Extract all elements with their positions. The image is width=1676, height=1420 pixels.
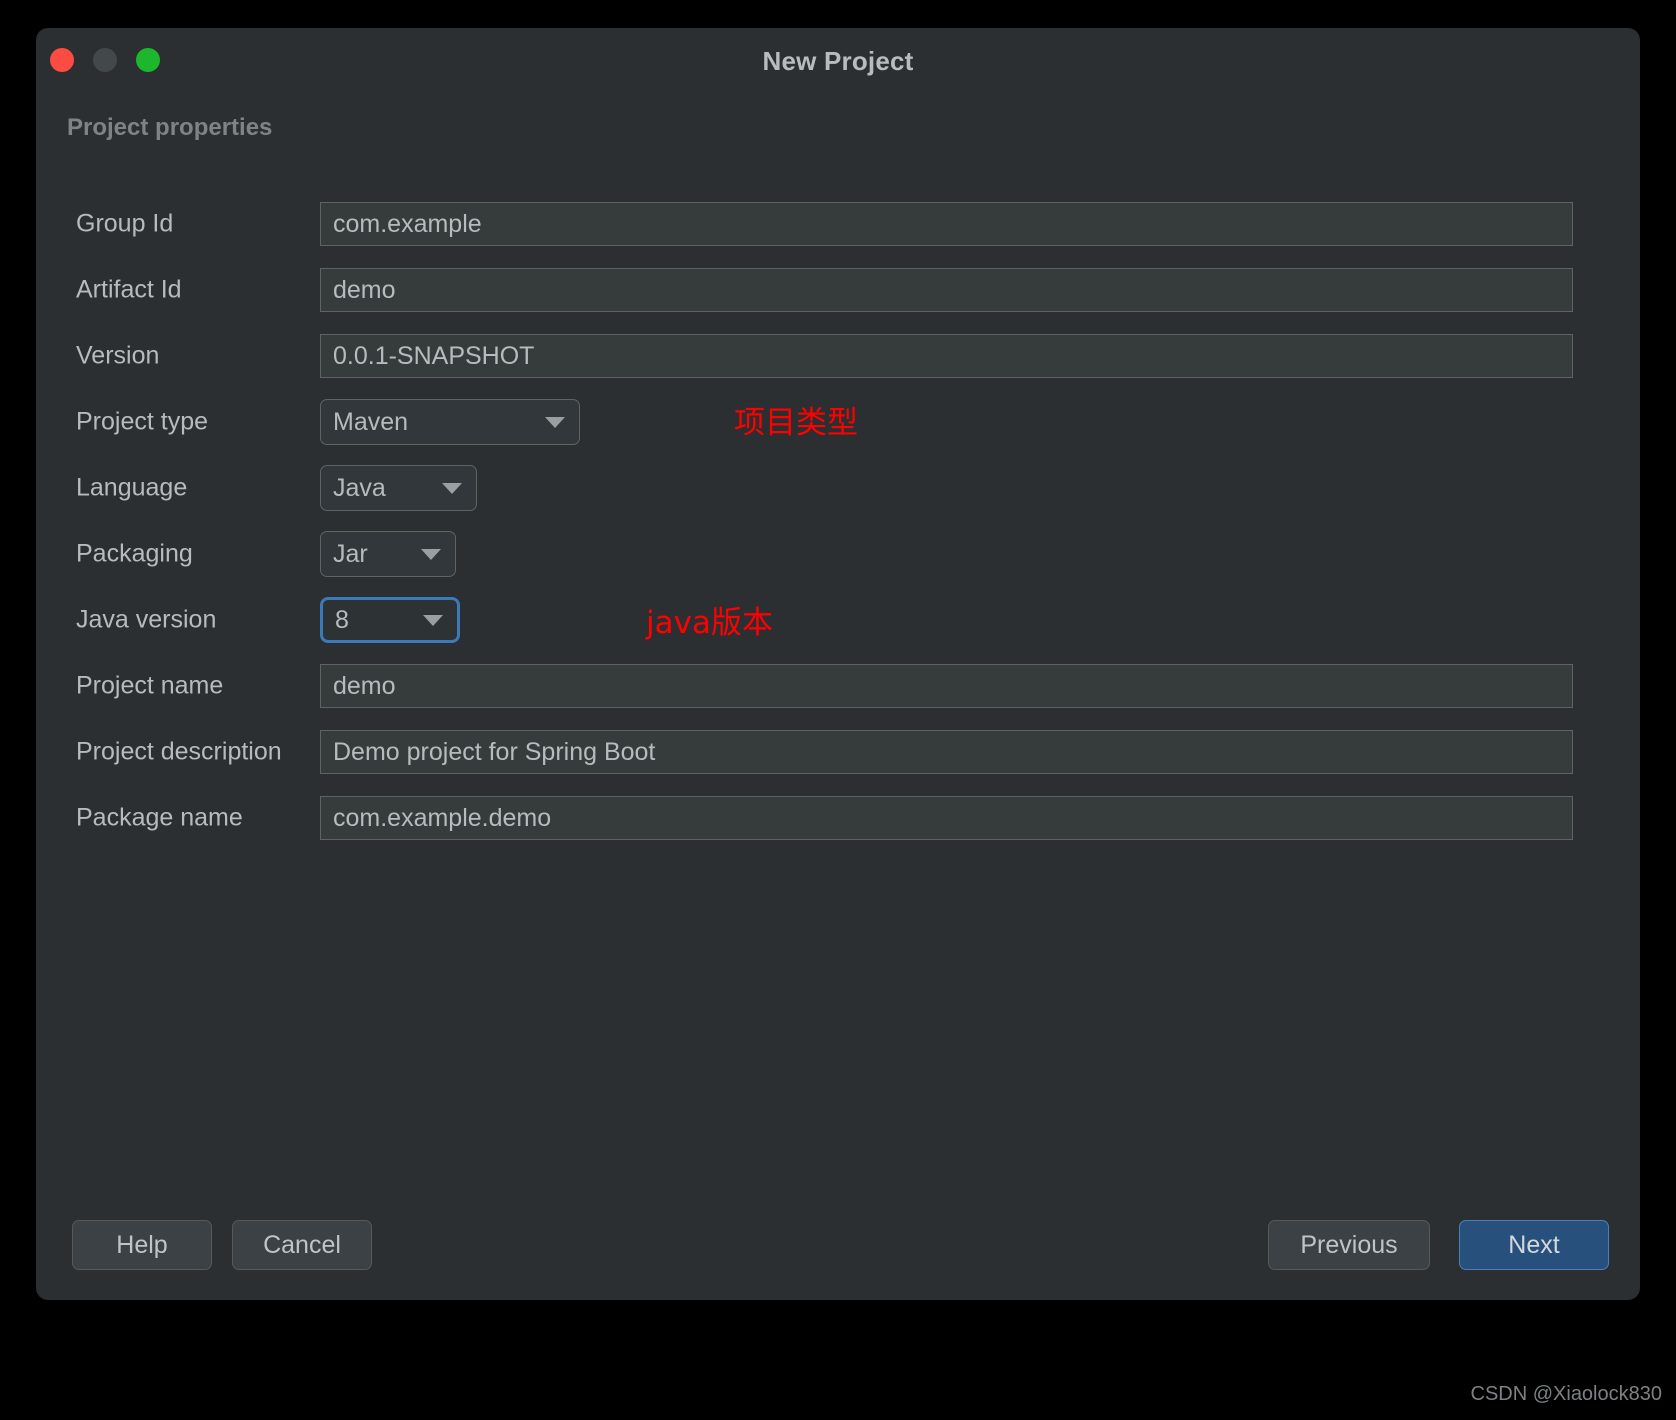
input-group-id[interactable]: com.example: [320, 202, 1573, 246]
field-row-language: Language Java: [36, 455, 1640, 521]
input-artifact-id[interactable]: demo: [320, 268, 1573, 312]
label-artifact-id: Artifact Id: [76, 275, 182, 304]
annotation-project-type: 项目类型: [734, 405, 858, 441]
field-row-project-description: Project description Demo project for Spr…: [36, 719, 1640, 785]
dropdown-packaging-value: Jar: [333, 539, 368, 568]
field-row-java-version: Java version 8 java版本: [36, 587, 1640, 653]
field-row-project-type: Project type Maven 项目类型: [36, 389, 1640, 455]
field-row-packaging: Packaging Jar: [36, 521, 1640, 587]
next-button[interactable]: Next: [1459, 1220, 1609, 1270]
watermark: CSDN @Xiaolock830: [1470, 1383, 1663, 1405]
field-row-group-id: Group Id com.example: [36, 191, 1640, 257]
window-title: New Project: [762, 46, 914, 76]
field-row-artifact-id: Artifact Id demo: [36, 257, 1640, 323]
label-project-type: Project type: [76, 407, 209, 436]
label-language: Language: [76, 473, 188, 502]
field-row-project-name: Project name demo: [36, 653, 1640, 719]
dropdown-language[interactable]: Java: [320, 465, 477, 511]
label-java-version: Java version: [76, 605, 217, 634]
field-row-version: Version 0.0.1-SNAPSHOT: [36, 323, 1640, 389]
dropdown-java-version[interactable]: 8: [320, 597, 460, 643]
field-row-package-name: Package name com.example.demo: [36, 785, 1640, 851]
dropdown-language-value: Java: [333, 473, 386, 502]
label-version: Version: [76, 341, 160, 370]
input-project-description[interactable]: Demo project for Spring Boot: [320, 730, 1573, 774]
label-packaging: Packaging: [76, 539, 193, 568]
dropdown-packaging[interactable]: Jar: [320, 531, 456, 577]
project-properties-form: Group Id com.example Artifact Id demo Ve…: [36, 191, 1640, 851]
cancel-button[interactable]: Cancel: [232, 1220, 372, 1270]
dropdown-project-type[interactable]: Maven: [320, 399, 580, 445]
previous-button[interactable]: Previous: [1268, 1220, 1430, 1270]
section-heading: Project properties: [67, 114, 273, 141]
input-package-name[interactable]: com.example.demo: [320, 796, 1573, 840]
chevron-down-icon: [421, 548, 441, 560]
chevron-down-icon: [423, 614, 443, 626]
chevron-down-icon: [545, 416, 565, 428]
title-bar: New Project: [36, 28, 1640, 92]
label-project-name: Project name: [76, 671, 224, 700]
dropdown-project-type-value: Maven: [333, 407, 409, 436]
chevron-down-icon: [442, 482, 462, 494]
label-project-description: Project description: [76, 737, 282, 766]
new-project-dialog: New Project Project properties Group Id …: [36, 28, 1640, 1300]
label-package-name: Package name: [76, 803, 243, 832]
annotation-java-version: java版本: [646, 605, 773, 641]
help-button[interactable]: Help: [72, 1220, 212, 1270]
label-group-id: Group Id: [76, 209, 174, 238]
input-version[interactable]: 0.0.1-SNAPSHOT: [320, 334, 1573, 378]
input-project-name[interactable]: demo: [320, 664, 1573, 708]
dropdown-java-version-value: 8: [335, 605, 349, 634]
